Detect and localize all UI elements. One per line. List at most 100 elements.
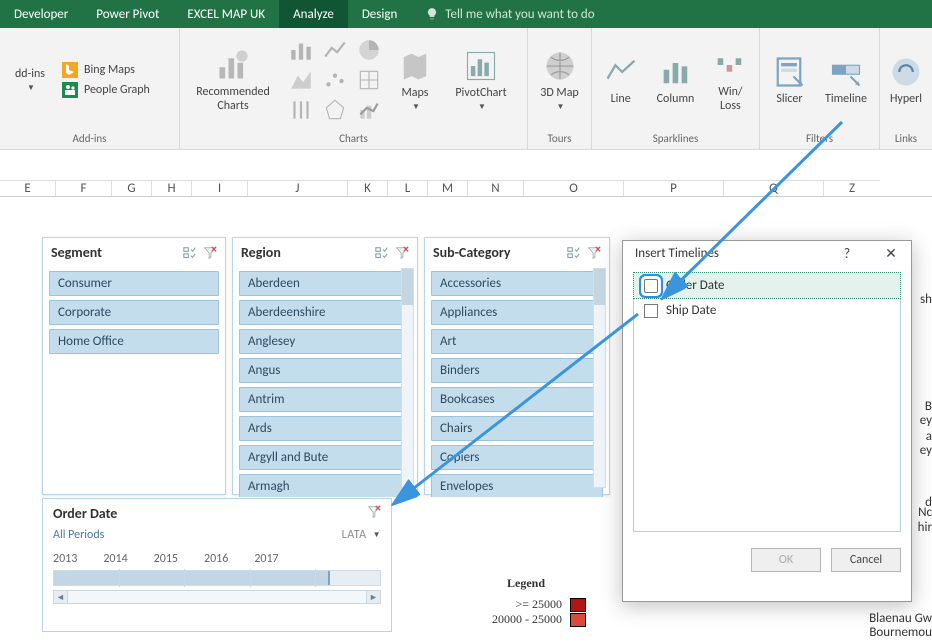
truncated-cell-text: ey: [920, 443, 932, 458]
column-header[interactable]: O: [524, 180, 624, 196]
clear-filter-icon[interactable]: [203, 246, 217, 260]
column-header[interactable]: M: [428, 180, 468, 196]
truncated-cell-text: ey: [920, 413, 932, 428]
slicer-item[interactable]: Accessories: [431, 271, 603, 296]
timeline-year-label: 2015: [154, 552, 178, 566]
slicer-item[interactable]: Angus: [239, 358, 411, 383]
timeline-bar[interactable]: [53, 570, 381, 586]
column-header[interactable]: Z: [824, 180, 880, 196]
pivotchart-button[interactable]: PivotChart▼: [448, 48, 514, 112]
timeline-selection[interactable]: [54, 571, 330, 585]
scrollbar-thumb[interactable]: [594, 269, 605, 305]
chart-type-gallery[interactable]: [288, 37, 382, 123]
checkbox-icon[interactable]: [644, 304, 658, 318]
column-header[interactable]: I: [192, 180, 248, 196]
slicer-segment[interactable]: Segment ConsumerCorporateHome Office: [42, 237, 226, 495]
scrollbar[interactable]: [593, 268, 606, 488]
slicer-item[interactable]: Anglesey: [239, 329, 411, 354]
cancel-button[interactable]: Cancel: [831, 548, 901, 572]
list-item-order-date[interactable]: Order Date: [633, 272, 901, 299]
scrollbar[interactable]: [401, 268, 414, 488]
slicer-item[interactable]: Appliances: [431, 300, 603, 325]
column-header[interactable]: H: [152, 180, 192, 196]
sparkline-line-button[interactable]: Line: [600, 54, 641, 106]
multi-select-icon[interactable]: [375, 246, 389, 260]
slicer-item[interactable]: Bookcases: [431, 387, 603, 412]
chevron-down-icon: ▼: [27, 83, 35, 93]
tab-design[interactable]: Design: [348, 0, 411, 28]
column-header[interactable]: Q: [724, 180, 824, 196]
multi-select-icon[interactable]: [183, 246, 197, 260]
sparkline-winloss-button[interactable]: Win/ Loss: [710, 47, 751, 113]
slicer-button[interactable]: Slicer: [768, 54, 811, 106]
slicer-item[interactable]: Envelopes: [431, 474, 603, 497]
ok-button[interactable]: OK: [751, 548, 821, 572]
slicer-item[interactable]: Consumer: [49, 271, 219, 296]
timeline-button[interactable]: Timeline: [821, 54, 871, 106]
slicer-item[interactable]: Aberdeenshire: [239, 300, 411, 325]
slicer-subcategory[interactable]: Sub-Category AccessoriesAppliancesArtBin…: [424, 237, 610, 495]
clear-filter-icon[interactable]: [587, 246, 601, 260]
slicer-region[interactable]: Region AberdeenAberdeenshireAngleseyAngu…: [232, 237, 418, 495]
column-header[interactable]: N: [468, 180, 524, 196]
slicer-item[interactable]: Binders: [431, 358, 603, 383]
clear-filter-icon[interactable]: [367, 505, 381, 519]
clear-filter-icon[interactable]: [395, 246, 409, 260]
column-header[interactable]: J: [248, 180, 348, 196]
checkbox-icon[interactable]: [644, 279, 658, 293]
dialog-help-button[interactable]: ?: [833, 245, 861, 262]
timeline-year-label: 2014: [103, 552, 127, 566]
slicer-item[interactable]: Aberdeen: [239, 271, 411, 296]
dialog-close-button[interactable]: ✕: [877, 245, 905, 262]
scrollbar-thumb[interactable]: [402, 269, 413, 305]
tab-excel-map-uk[interactable]: EXCEL MAP UK: [173, 0, 279, 28]
slicer-item[interactable]: Corporate: [49, 300, 219, 325]
column-header[interactable]: L: [388, 180, 428, 196]
slicer-item[interactable]: Home Office: [49, 329, 219, 354]
sparkline-column-button[interactable]: Column: [651, 54, 699, 106]
column-header-row[interactable]: EFGHIJKLMNOPQZ: [0, 180, 932, 197]
tab-developer[interactable]: Developer: [0, 0, 82, 28]
multi-select-icon[interactable]: [567, 246, 581, 260]
column-header[interactable]: P: [624, 180, 724, 196]
column-header[interactable]: E: [0, 180, 56, 196]
truncated-cell-text: a: [926, 429, 932, 444]
list-item-ship-date[interactable]: Ship Date: [634, 298, 900, 323]
column-header[interactable]: G: [112, 180, 152, 196]
slicer-item[interactable]: Armagh: [239, 474, 411, 497]
tab-analyze[interactable]: Analyze: [279, 0, 348, 28]
addins-dropdown[interactable]: dd-ins ▼: [8, 67, 52, 93]
sparkline-line-icon: [603, 54, 639, 90]
hyperlink-icon: [888, 54, 924, 90]
people-graph-button[interactable]: People Graph: [62, 82, 150, 98]
maps-icon: [397, 48, 433, 84]
slicer-item[interactable]: Chairs: [431, 416, 603, 441]
slicer-item[interactable]: Copiers: [431, 445, 603, 470]
insert-timelines-dialog: Insert Timelines ? ✕ Order Date Ship Dat…: [622, 240, 912, 602]
maps-button[interactable]: Maps▼: [392, 48, 438, 112]
lightbulb-icon: [425, 7, 439, 21]
column-header[interactable]: K: [348, 180, 388, 196]
bing-maps-button[interactable]: Bing Maps: [62, 62, 150, 78]
slicer-item[interactable]: Argyll and Bute: [239, 445, 411, 470]
timeline-order-date[interactable]: Order Date All Periods LATA▼ 20132014201…: [42, 498, 392, 632]
tab-power-pivot[interactable]: Power Pivot: [82, 0, 173, 28]
timeline-scale-dropdown[interactable]: LATA▼: [342, 528, 381, 542]
ribbon-tabs: Developer Power Pivot EXCEL MAP UK Analy…: [0, 0, 932, 28]
tell-me-search[interactable]: Tell me what you want to do: [411, 0, 608, 28]
timeline-scrollbar[interactable]: ◄ ►: [53, 590, 381, 604]
ribbon-group-links: Links: [880, 132, 932, 149]
surface-chart-icon: [356, 67, 382, 93]
3d-map-button[interactable]: 3D Map▼: [536, 48, 583, 112]
hyperlink-button[interactable]: Hyperl: [888, 54, 924, 106]
sparkline-winloss-icon: [712, 47, 748, 83]
slicer-item[interactable]: Antrim: [239, 387, 411, 412]
scroll-right-icon[interactable]: ►: [366, 591, 380, 603]
dialog-field-list: Order Date Ship Date: [633, 272, 901, 532]
slicer-item[interactable]: Ards: [239, 416, 411, 441]
column-header[interactable]: F: [56, 180, 112, 196]
ribbon-group-addins: Add-ins: [0, 132, 179, 149]
scroll-left-icon[interactable]: ◄: [54, 591, 68, 603]
recommended-charts-button[interactable]: Recommended Charts: [188, 47, 278, 113]
slicer-item[interactable]: Art: [431, 329, 603, 354]
